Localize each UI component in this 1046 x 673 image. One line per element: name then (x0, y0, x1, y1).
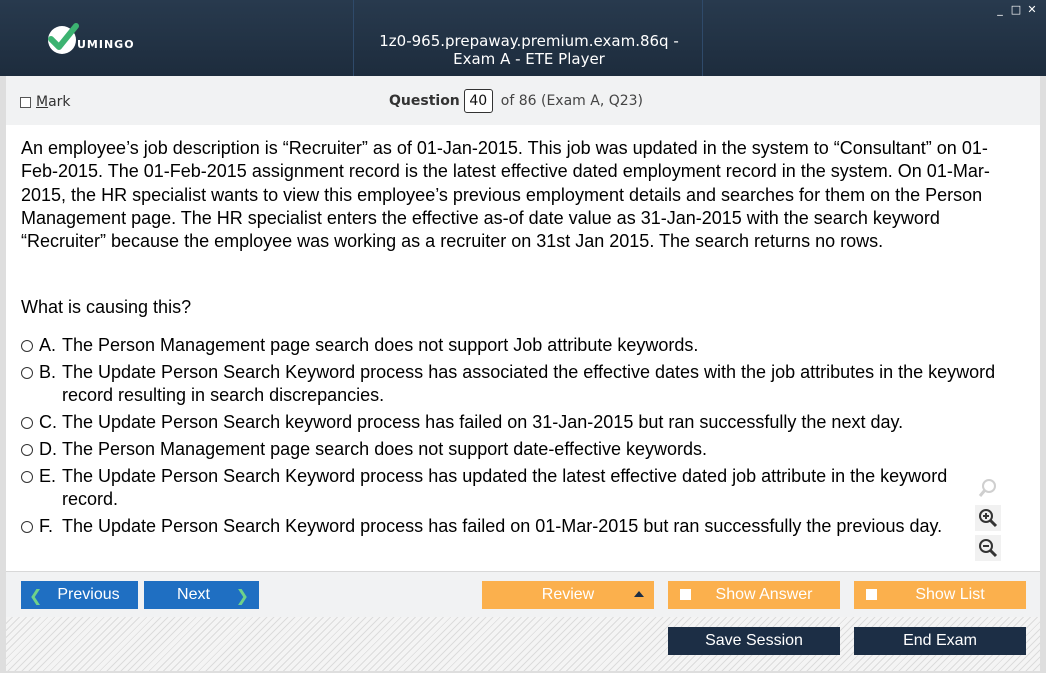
show-list-checkbox[interactable] (866, 589, 877, 600)
option-letter: F. (39, 516, 54, 536)
show-list-label: Show List (915, 586, 985, 603)
question-label: Question (389, 93, 460, 109)
radio-button[interactable] (21, 367, 33, 379)
option-text: The Update Person Search keyword process… (62, 412, 904, 432)
show-list-button[interactable]: Show List (854, 581, 1026, 609)
end-exam-label: End Exam (903, 632, 977, 649)
footer-bar: Save Session End Exam (6, 617, 1040, 671)
caret-up-icon (634, 591, 644, 597)
previous-label: Previous (57, 586, 120, 603)
radio-button[interactable] (21, 444, 33, 456)
radio-button[interactable] (21, 521, 33, 533)
show-answer-label: Show Answer (715, 586, 813, 603)
minimize-button[interactable]: _ (994, 4, 1006, 16)
zoom-tools (975, 475, 1003, 561)
title-divider (702, 0, 703, 76)
previous-button[interactable]: ❮ Previous (21, 581, 138, 609)
zoom-in-icon[interactable] (975, 505, 1001, 531)
window-title: 1z0-965.prepaway.premium.exam.86q - Exam… (379, 32, 679, 68)
question-navigator: Question 40 of 86 (Exam A, Q23) (389, 89, 643, 113)
show-answer-button[interactable]: Show Answer (668, 581, 840, 609)
title-divider (353, 0, 354, 76)
option-text: The Update Person Search Keyword process… (62, 466, 948, 509)
next-button[interactable]: Next ❯ (144, 581, 259, 609)
question-body: An employee’s job description is “Recrui… (6, 125, 1040, 571)
review-label: Review (541, 586, 595, 603)
option-text: The Person Management page search does n… (62, 439, 708, 459)
zoom-reset-icon[interactable] (975, 475, 1001, 501)
option-text: The Person Management page search does n… (62, 335, 699, 355)
radio-button[interactable] (21, 417, 33, 429)
logo-text: UMINGO (77, 37, 135, 51)
mark-checkbox-box[interactable] (20, 96, 31, 108)
option-letter: E. (39, 466, 57, 486)
window-frame-right (1040, 76, 1046, 673)
answer-option-b[interactable]: B. The Update Person Search Keyword proc… (21, 361, 1017, 407)
show-answer-checkbox[interactable] (680, 589, 691, 600)
maximize-button[interactable]: □ (1010, 4, 1022, 16)
answer-option-d[interactable]: D. The Person Management page search doe… (21, 438, 1017, 461)
question-header: Mark Question 40 of 86 (Exam A, Q23) (6, 76, 1040, 125)
question-total: of 86 (Exam A, Q23) (500, 93, 644, 109)
answer-option-c[interactable]: C. The Update Person Search keyword proc… (21, 411, 1017, 434)
answer-option-a[interactable]: A. The Person Management page search doe… (21, 334, 1017, 357)
end-exam-button[interactable]: End Exam (854, 627, 1026, 655)
checkmark-logo-icon (48, 23, 79, 54)
app-logo: UMINGO (48, 23, 135, 56)
review-button[interactable]: Review (482, 581, 654, 609)
question-prompt: What is causing this? (21, 297, 192, 317)
save-session-button[interactable]: Save Session (668, 627, 840, 655)
zoom-out-icon[interactable] (975, 535, 1001, 561)
question-text: An employee’s job description is “Recrui… (21, 138, 990, 252)
close-button[interactable]: ✕ (1026, 4, 1038, 16)
save-session-label: Save Session (705, 632, 803, 649)
option-letter: C. (39, 412, 57, 432)
mark-label: Mark (36, 94, 71, 110)
title-bar: UMINGO 1z0-965.prepaway.premium.exam.86q… (0, 0, 1046, 76)
radio-button[interactable] (21, 471, 33, 483)
option-letter: D. (39, 439, 57, 459)
option-text: The Update Person Search Keyword process… (62, 516, 943, 536)
navigation-bar: ❮ Previous Next ❯ Review Show Answer Sho… (6, 571, 1040, 617)
answer-option-e[interactable]: E. The Update Person Search Keyword proc… (21, 465, 962, 511)
question-number-input[interactable]: 40 (463, 89, 493, 113)
window-controls: _ □ ✕ (994, 4, 1038, 16)
radio-button[interactable] (21, 340, 33, 352)
option-letter: B. (39, 362, 57, 382)
chevron-left-icon: ❮ (29, 586, 43, 605)
option-text: The Update Person Search Keyword process… (62, 362, 996, 405)
option-letter: A. (39, 335, 57, 355)
next-label: Next (177, 586, 210, 603)
answer-option-f[interactable]: F. The Update Person Search Keyword proc… (21, 515, 1017, 538)
chevron-right-icon: ❯ (235, 586, 249, 605)
mark-checkbox[interactable]: Mark (20, 94, 71, 110)
